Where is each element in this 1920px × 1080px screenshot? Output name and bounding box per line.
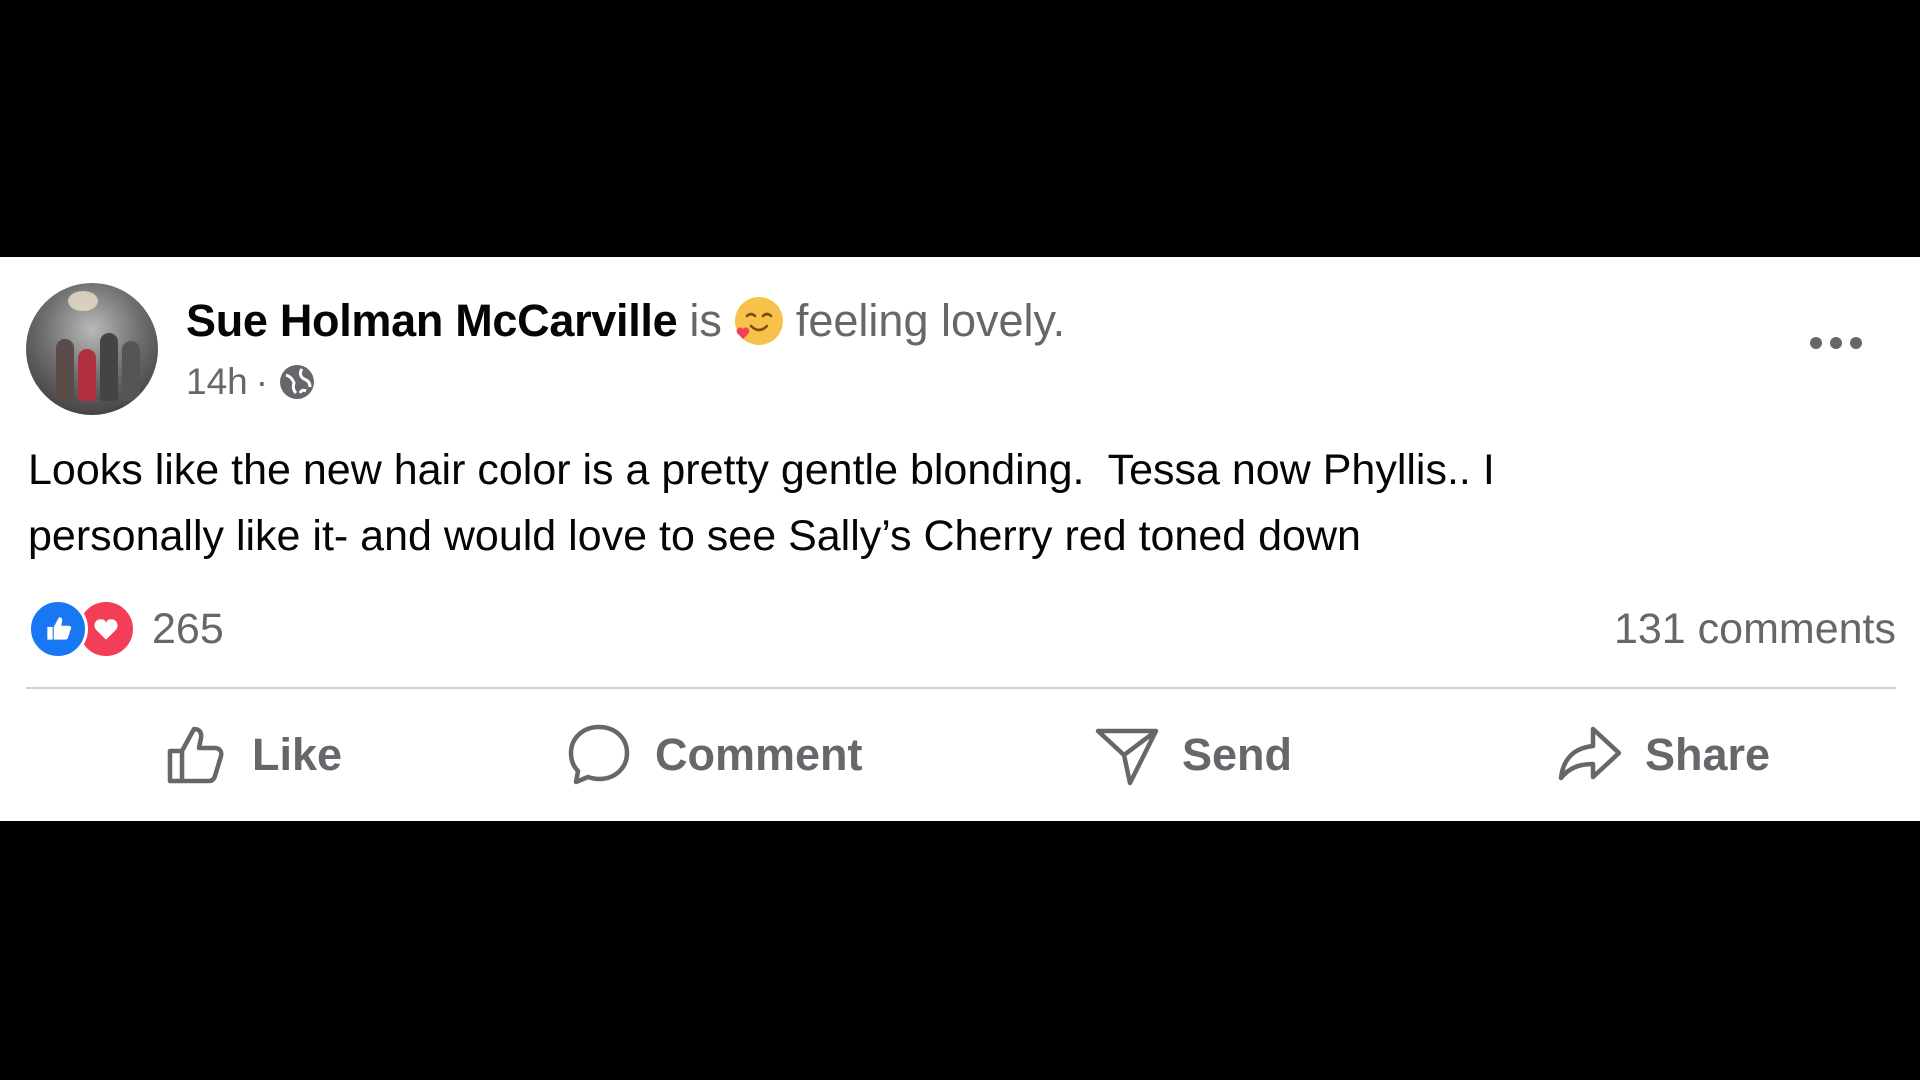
- is-word: is: [689, 295, 722, 346]
- post-time[interactable]: 14h: [186, 361, 248, 403]
- comment-label: Comment: [655, 729, 863, 780]
- comment-bubble-icon: [568, 724, 630, 785]
- post-actions: Like Comment Send Share: [0, 705, 1920, 805]
- reactions-summary[interactable]: 265: [28, 597, 224, 661]
- share-button[interactable]: Share: [1555, 705, 1770, 805]
- share-arrow-icon: [1558, 726, 1622, 781]
- comments-count[interactable]: 131 comments: [1614, 597, 1896, 661]
- post-body: Looks like the new hair color is a prett…: [28, 446, 1495, 560]
- post-header: Sue Holman McCarville is feeling lovely.: [186, 291, 1065, 351]
- post-meta: 14h ·: [186, 357, 318, 407]
- share-label: Share: [1645, 729, 1771, 780]
- like-button[interactable]: Like: [162, 705, 342, 805]
- meta-separator: ·: [255, 361, 269, 402]
- feed-post: Sue Holman McCarville is feeling lovely.…: [0, 257, 1920, 821]
- reaction-count: 265: [152, 604, 224, 653]
- globe-icon[interactable]: [276, 361, 318, 403]
- divider: [26, 687, 1896, 689]
- feeling-text: feeling lovely.: [795, 295, 1066, 346]
- like-reaction-icon: [28, 599, 88, 659]
- send-button[interactable]: Send: [1092, 705, 1292, 805]
- send-label: Send: [1182, 729, 1293, 780]
- thumbs-up-icon: [167, 726, 224, 784]
- like-label: Like: [252, 729, 343, 780]
- author-avatar[interactable]: [26, 283, 158, 415]
- smiling-face-with-heart-icon: [732, 294, 786, 348]
- author-name[interactable]: Sue Holman McCarville: [186, 295, 678, 347]
- more-options-icon[interactable]: [1806, 331, 1866, 355]
- send-icon: [1095, 728, 1159, 786]
- comment-button[interactable]: Comment: [565, 705, 863, 805]
